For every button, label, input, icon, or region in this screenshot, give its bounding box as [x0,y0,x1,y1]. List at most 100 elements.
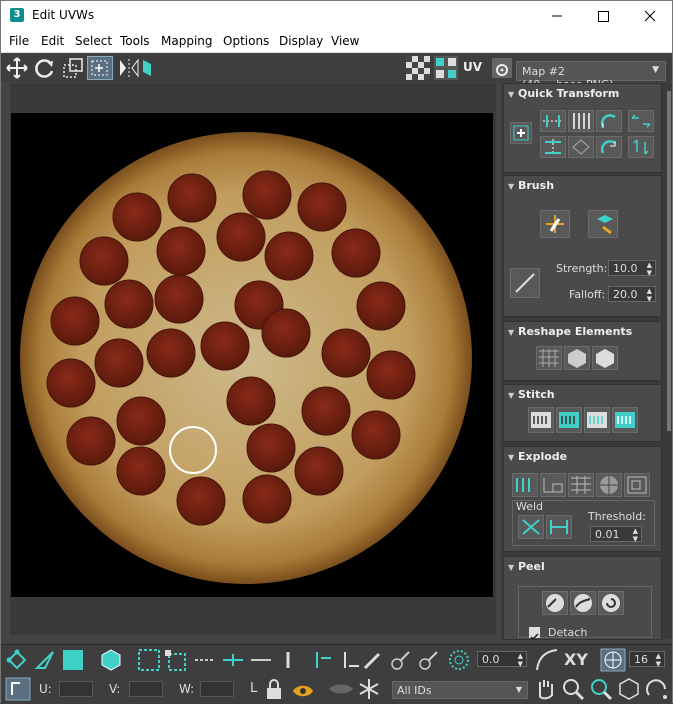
scale-icon[interactable] [61,56,85,80]
ring-select-icon[interactable] [281,648,295,672]
flatten-by-polygon-button[interactable] [596,473,622,497]
lock-icon[interactable] [263,677,285,701]
weld-all-button[interactable] [546,515,572,539]
qt-pivot-button[interactable] [510,122,532,144]
relax-button[interactable] [564,346,590,370]
texture-checker-icon[interactable] [434,56,458,80]
paint-shrink-icon[interactable] [417,648,441,672]
qt-flip-horizontal-button[interactable] [628,110,654,132]
menu-edit[interactable]: Edit [41,34,64,48]
shrink-ring-icon[interactable] [337,648,361,672]
straighten-selection-button[interactable] [536,346,562,370]
grid-size-spinner[interactable]: 16 ▲ ▼ [629,651,665,668]
weld-selected-button[interactable] [518,515,544,539]
pan-hand-icon[interactable] [533,677,557,701]
menu-display[interactable]: Display [279,34,323,48]
freeform-icon[interactable] [87,56,113,80]
qt-rotate-cw-button[interactable] [596,136,622,158]
v-input[interactable] [129,681,163,697]
soft-selection-falloff-spinner[interactable]: 0.0 ▲ ▼ [477,651,527,668]
qt-rotate-ccw-button[interactable] [596,110,622,132]
flatten-button[interactable] [568,473,594,497]
qt-straighten-button[interactable] [568,136,594,158]
qt-flip-vertical-button[interactable] [628,136,654,158]
grow-ring-icon[interactable] [309,648,333,672]
menu-tools[interactable]: Tools [120,34,150,48]
map-select[interactable]: Map #2 (40..._base.PNG) ▼ [516,61,666,91]
stitch-average-button[interactable] [584,407,610,433]
minimize-icon [552,15,562,17]
strength-spinner[interactable]: 10.0 ▲ ▼ [608,260,656,277]
absolute-offset-icon[interactable] [5,677,31,701]
shrink-loop-icon[interactable] [249,648,273,672]
zoom-extents-icon[interactable] [617,677,641,701]
select-region-icon[interactable] [137,648,161,672]
maximize-button[interactable] [580,1,626,31]
stitch-custom-button[interactable] [528,407,554,433]
xy-coordinate-label[interactable]: XY [564,650,588,669]
detach-checkbox[interactable] [529,627,540,641]
element-mode-icon[interactable] [99,648,123,672]
falloff-curve-icon[interactable] [535,648,559,672]
stitch-to-target-button[interactable] [556,407,582,433]
uv-label[interactable]: UV [463,60,482,84]
w-input[interactable] [200,681,234,697]
uv-canvas[interactable] [11,113,493,597]
paint-grow-icon[interactable] [389,648,413,672]
falloff-spinner[interactable]: 20.0 ▲ ▼ [608,286,656,303]
quick-transform-header[interactable]: ▼ Quick Transform [508,87,619,100]
break-button[interactable] [512,473,538,497]
grid-snap-icon[interactable] [600,648,626,672]
detach-edge-button[interactable] [540,473,566,497]
eye-icon[interactable] [291,677,315,701]
settings-gear-icon[interactable] [490,56,514,80]
qt-align-horizontal-button[interactable] [540,110,566,132]
relax-settings-button[interactable] [592,346,618,370]
brush-stroke-button[interactable] [510,268,540,298]
rotate-icon[interactable] [33,56,57,80]
polygon-mode-icon[interactable] [61,648,85,672]
move-icon[interactable] [5,56,29,80]
soft-selection-icon[interactable] [447,648,471,672]
brush-move-button[interactable] [540,210,570,238]
flip-icon[interactable] [141,56,153,80]
menu-options[interactable]: Options [223,34,269,48]
zoom-region-icon[interactable] [589,677,613,701]
threshold-spinner[interactable]: 0.01 ▲ ▼ [590,526,642,543]
grow-loop-icon[interactable] [221,648,245,672]
u-input[interactable] [59,681,93,697]
qt-space-horizontal-button[interactable] [568,110,594,132]
quick-peel-button[interactable] [542,591,568,615]
menu-mapping[interactable]: Mapping [161,34,213,48]
grow-selection-icon[interactable] [193,648,217,672]
stitch-header[interactable]: ▼ Stitch [508,388,555,401]
pizza-texture-image [20,132,472,584]
edge-mode-icon[interactable] [33,648,57,672]
brush-relax-button[interactable] [588,210,618,238]
help-icon[interactable] [645,677,669,701]
close-button[interactable] [626,1,672,31]
vertex-mode-icon[interactable] [5,648,29,672]
mirror-icon[interactable] [117,56,141,80]
stitch-to-source-button[interactable] [612,407,638,433]
freeze-snowflake-icon[interactable] [357,677,381,701]
paint-select-icon[interactable] [361,648,385,672]
reshape-elements-header[interactable]: ▼ Reshape Elements [508,325,632,338]
brush-header[interactable]: ▼ Brush [508,179,554,192]
explode-header[interactable]: ▼ Explode [508,450,567,463]
zoom-icon[interactable] [561,677,585,701]
select-by-element-icon[interactable] [163,648,187,672]
peel-header[interactable]: ▼ Peel [508,560,545,573]
menu-select[interactable]: Select [75,34,112,48]
panel-scrollbar-thumb[interactable] [667,91,671,431]
menu-file[interactable]: File [9,34,29,48]
peel-reset-button[interactable] [598,591,624,615]
minimize-button[interactable] [534,1,580,31]
qt-align-vertical-button[interactable] [540,136,566,158]
checker-pattern-icon[interactable] [406,56,430,80]
peel-mode-button[interactable] [570,591,596,615]
flatten-by-smoothing-button[interactable] [624,473,650,497]
material-ids-select[interactable]: All IDs ▼ [392,681,528,699]
menu-view[interactable]: View [331,34,359,48]
hide-icon[interactable] [327,677,355,701]
